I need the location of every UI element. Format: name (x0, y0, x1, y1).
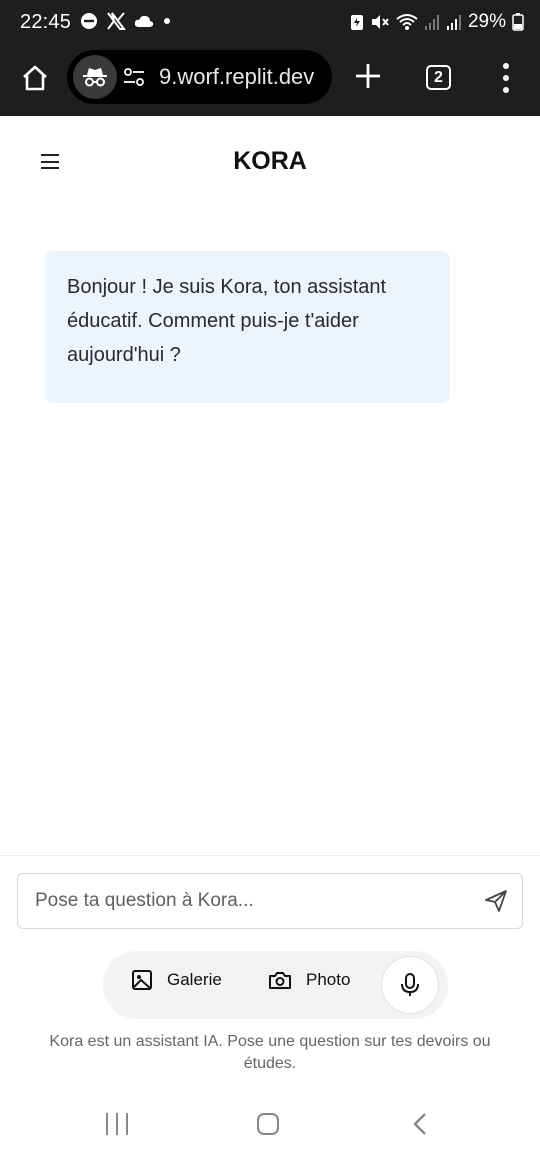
incognito-icon (83, 68, 107, 87)
new-tab-button[interactable] (352, 60, 384, 92)
menu-dot-icon (503, 75, 509, 81)
do-not-disturb-icon (81, 13, 97, 29)
status-notification-icons (80, 12, 172, 30)
action-pill: Galerie Photo (103, 951, 448, 1019)
send-icon[interactable] (484, 889, 508, 913)
app-header: KORA (0, 118, 540, 204)
menu-dot-icon (503, 63, 509, 69)
cloud-icon (134, 15, 154, 27)
microphone-button[interactable] (381, 956, 439, 1014)
signal-icon (446, 15, 461, 30)
home-nav-icon[interactable] (257, 1113, 279, 1135)
dot-icon (164, 18, 170, 24)
question-input-box (17, 873, 523, 929)
site-settings-icon[interactable] (122, 67, 146, 87)
url-text: 9.worf.replit.dev (159, 64, 315, 89)
browser-menu-button[interactable] (494, 63, 518, 93)
plus-icon (356, 64, 380, 88)
browser-toolbar: 9.worf.replit.dev 2 (0, 46, 540, 116)
photo-label: Photo (306, 970, 351, 989)
signal-icon (424, 15, 439, 30)
battery-icon (512, 13, 524, 31)
status-time: 22:45 (20, 11, 72, 33)
incognito-indicator[interactable] (73, 55, 117, 99)
battery-percent: 29% (467, 11, 506, 32)
back-icon[interactable] (410, 1112, 432, 1136)
home-icon (23, 65, 47, 91)
gallery-button[interactable]: Galerie (131, 969, 222, 991)
wifi-icon (396, 14, 418, 30)
gallery-label: Galerie (167, 970, 222, 989)
menu-dot-icon (503, 87, 509, 93)
x-logo-icon (107, 12, 126, 30)
browser-home-button[interactable] (18, 61, 52, 95)
app-title: KORA (233, 147, 307, 175)
assistant-message: Bonjour ! Je suis Kora, ton assistant éd… (45, 251, 450, 403)
tab-switcher-button[interactable]: 2 (426, 65, 451, 90)
mute-icon (371, 15, 389, 29)
camera-icon (269, 972, 291, 989)
question-input[interactable] (35, 874, 465, 928)
composer: Galerie Photo Kora est un assistant IA. … (0, 855, 540, 1085)
microphone-icon (401, 973, 419, 996)
recents-icon[interactable] (106, 1113, 128, 1135)
image-icon (132, 970, 152, 990)
system-nav-bar (0, 1090, 540, 1158)
status-system-icons: 29% (350, 11, 524, 33)
disclaimer-text: Kora est un assistant IA. Pose une quest… (49, 1033, 491, 1072)
battery-saver-icon (350, 15, 363, 30)
photo-button[interactable]: Photo (268, 969, 350, 991)
address-bar[interactable]: 9.worf.replit.dev (67, 50, 332, 104)
status-bar: 22:45 29% (0, 0, 540, 46)
